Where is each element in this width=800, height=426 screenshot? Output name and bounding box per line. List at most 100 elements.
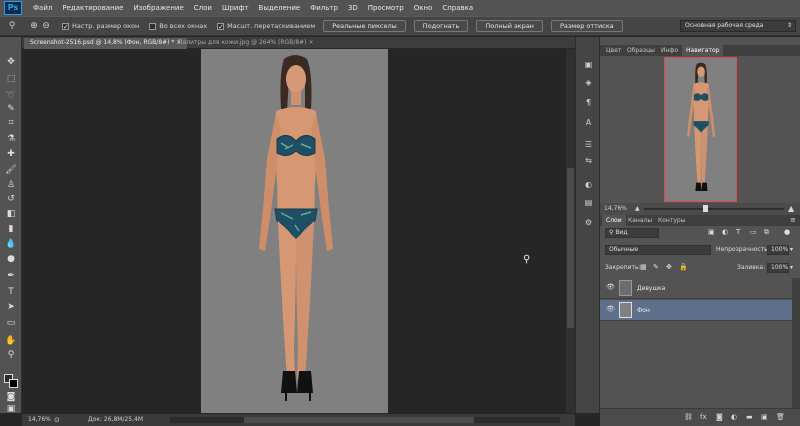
menu-filter[interactable]: Фильтр	[305, 4, 343, 12]
new-layer-icon[interactable]: ▣	[761, 413, 768, 421]
fx-icon[interactable]: fx	[700, 413, 707, 421]
path-select-tool-icon[interactable]: ➤	[3, 301, 19, 313]
document-canvas[interactable]	[201, 49, 388, 413]
close-icon[interactable]: ×	[308, 39, 313, 46]
navigator-view-box[interactable]	[664, 57, 737, 202]
eye-icon[interactable]: 👁	[606, 283, 615, 291]
menu-image[interactable]: Изображение	[128, 4, 188, 12]
navigator-zoom-slider[interactable]	[644, 208, 784, 210]
adjustment-layer-icon[interactable]: ◐	[731, 413, 737, 421]
workspace-select[interactable]: Основная рабочая среда ⇕	[680, 20, 796, 32]
add-mask-icon[interactable]: ◙	[716, 413, 723, 421]
filter-type-icon[interactable]: T	[736, 228, 740, 236]
tool-presets-icon[interactable]: ▤	[582, 197, 595, 209]
tab-layers[interactable]: Слои	[602, 215, 626, 226]
fill-dropdown-icon[interactable]: ▾	[790, 264, 793, 271]
menu-view[interactable]: Просмотр	[363, 4, 409, 12]
zoom-out-icon[interactable]: ⊖	[40, 20, 52, 32]
tab-paths[interactable]: Контуры	[654, 215, 689, 226]
tab-screenshot-psd[interactable]: Screenshot-2516.psd @ 14,8% (Фон, RGB/8#…	[24, 38, 188, 49]
menu-layers[interactable]: Слои	[189, 4, 217, 12]
styles-panel-icon[interactable]: ◐	[582, 179, 595, 191]
fill-field[interactable]: 100%	[767, 263, 789, 273]
properties-panel-icon[interactable]: ◈	[582, 77, 595, 89]
dodge-tool-icon[interactable]: ●	[3, 253, 19, 265]
zoom-in-icon[interactable]: ⊕	[28, 20, 40, 32]
zoom-tool-icon[interactable]: ⚲	[3, 349, 19, 361]
layers-scrollbar[interactable]	[792, 278, 800, 408]
lock-position-icon[interactable]: ✥	[666, 263, 672, 271]
adjustments-panel-icon[interactable]: ⇆	[582, 155, 595, 167]
type-tool-icon[interactable]: T	[3, 286, 19, 298]
fit-screen-button[interactable]: Подогнать	[413, 20, 469, 32]
tab-color[interactable]: Цвет	[602, 45, 625, 56]
resize-windows-checkbox[interactable]: ✓ Настр. размер окон	[62, 22, 139, 30]
history-brush-tool-icon[interactable]: ↺	[3, 193, 19, 205]
stamp-tool-icon[interactable]: ♙	[3, 179, 19, 191]
filter-smart-object-icon[interactable]: ⧉	[764, 228, 769, 237]
menu-window[interactable]: Окно	[409, 4, 438, 12]
clone-source-icon[interactable]: ⚙	[582, 217, 595, 229]
lock-image-icon[interactable]: ✎	[653, 263, 659, 271]
shape-tool-icon[interactable]: ▭	[3, 317, 19, 329]
tab-navigator[interactable]: Навигатор	[682, 45, 724, 56]
print-size-button[interactable]: Размер оттиска	[550, 20, 623, 32]
menu-select[interactable]: Выделение	[254, 4, 306, 12]
zoom-tool-icon[interactable]: ⚲	[4, 20, 20, 32]
opacity-field[interactable]: 100%	[767, 245, 789, 255]
eyedropper-tool-icon[interactable]: ⚗	[3, 133, 19, 145]
character-panel-icon[interactable]: A	[582, 117, 595, 129]
tab-info[interactable]: Инфо	[657, 45, 682, 56]
brush-presets-icon[interactable]: ☰	[582, 139, 595, 151]
lasso-tool-icon[interactable]: ➰	[3, 90, 19, 102]
hand-tool-icon[interactable]: ✋	[3, 335, 19, 347]
panel-menu-icon[interactable]: ≡	[790, 216, 796, 224]
all-windows-checkbox[interactable]: Во всех окнах	[149, 22, 207, 30]
tab-skin-palettes-jpg[interactable]: Палитры для кожи.jpg @ 264% (RGB/8#) ×	[172, 38, 319, 49]
menu-type[interactable]: Шрифт	[217, 4, 254, 12]
crop-tool-icon[interactable]: ⌗	[3, 117, 19, 129]
scrubby-zoom-checkbox[interactable]: ✓ Масшт. перетаскиванием	[217, 22, 315, 30]
layer-filter-select[interactable]: ⚲ Вид	[605, 228, 659, 238]
background-color-swatch[interactable]	[9, 379, 18, 388]
link-layers-icon[interactable]: ⛓	[684, 413, 693, 421]
menu-3d[interactable]: 3D	[343, 4, 363, 12]
screen-mode-icon[interactable]: ▣	[3, 403, 19, 415]
menu-file[interactable]: Файл	[28, 4, 57, 12]
healing-tool-icon[interactable]: ✚	[3, 148, 19, 160]
tab-swatches[interactable]: Образцы	[623, 45, 659, 56]
pen-tool-icon[interactable]: ✒	[3, 270, 19, 282]
full-screen-button[interactable]: Полный экран	[476, 20, 543, 32]
eraser-tool-icon[interactable]: ◧	[3, 208, 19, 220]
layer-row-background[interactable]: 👁 Фон	[600, 300, 792, 321]
trash-icon[interactable]: 🗑	[776, 413, 785, 421]
filter-pixel-icon[interactable]: ▣	[708, 228, 715, 236]
blur-tool-icon[interactable]: 💧	[3, 238, 19, 250]
navigator-zoom-slider-knob[interactable]	[703, 205, 708, 212]
tab-channels[interactable]: Каналы	[624, 215, 656, 226]
eye-icon[interactable]: 👁	[606, 305, 615, 313]
gradient-tool-icon[interactable]: ▮	[3, 223, 19, 235]
new-group-icon[interactable]: ▬	[746, 413, 753, 421]
status-info-icon[interactable]: ⊙	[54, 414, 60, 426]
layer-row-girl[interactable]: 👁 Девушка	[600, 278, 792, 299]
opacity-dropdown-icon[interactable]: ▾	[790, 246, 793, 253]
history-panel-icon[interactable]: ▣	[582, 59, 595, 71]
zoom-level-field[interactable]: 14,76%	[28, 414, 51, 426]
filter-adjustment-icon[interactable]: ◐	[722, 228, 728, 236]
move-tool-icon[interactable]: ✥	[3, 56, 19, 68]
blend-mode-select[interactable]: Обычные	[605, 245, 711, 255]
quick-select-tool-icon[interactable]: ✎	[3, 103, 19, 115]
filter-shape-icon[interactable]: ▭	[750, 228, 757, 236]
navigator-zoom-value[interactable]: 14,76%	[604, 203, 627, 215]
zoom-out-mountain-icon[interactable]: ▲	[635, 203, 640, 215]
lock-transparent-icon[interactable]: ▦	[640, 263, 647, 271]
quick-mask-icon[interactable]: ◙	[3, 391, 19, 403]
marquee-tool-icon[interactable]: ⬚	[3, 73, 19, 85]
horizontal-scrollbar-thumb[interactable]	[244, 417, 474, 423]
menu-edit[interactable]: Редактирование	[57, 4, 128, 12]
lock-all-icon[interactable]: 🔒	[679, 263, 688, 271]
paragraph-panel-icon[interactable]: ¶	[582, 97, 595, 109]
document-size-info[interactable]: Док: 26,8M/25,4M	[88, 414, 143, 426]
filter-toggle-icon[interactable]: ●	[784, 228, 790, 236]
